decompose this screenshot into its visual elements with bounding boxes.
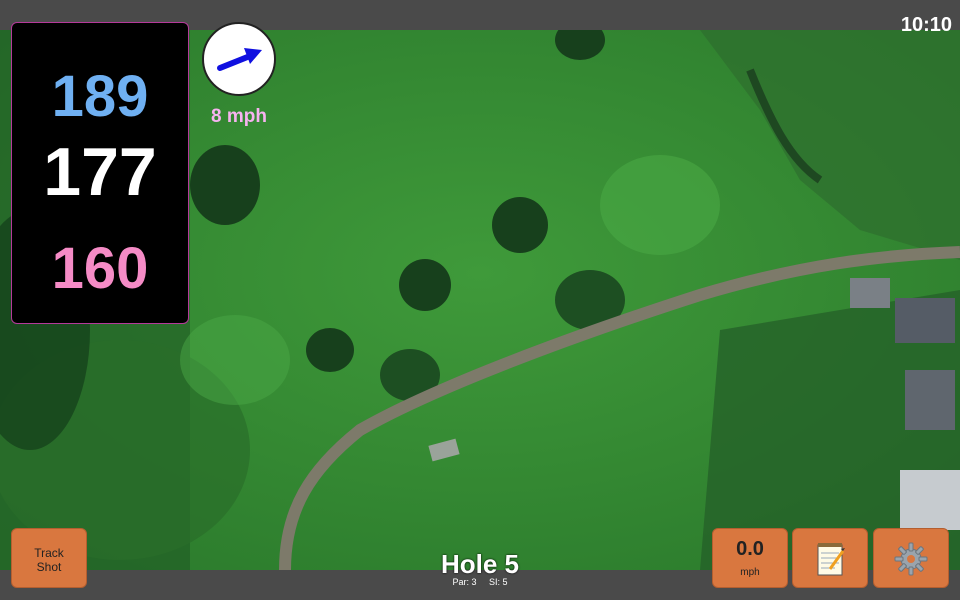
speed-value: 0.0 [736,538,764,560]
speed-unit: mph [740,567,760,578]
track-shot-label-line2: Shot [36,560,62,574]
wind-dial [202,22,276,96]
center-distance: 177 [43,134,157,210]
wind-speed: 8 mph [211,106,267,127]
stroke-index-label: SI: 5 [489,577,508,587]
hole-title: Hole 5 [440,549,520,579]
track-shot-label-line1: Track [34,546,64,560]
notes-button[interactable] [792,528,868,588]
hole-meta: Par: 3 SI: 5 [380,577,580,587]
gear-icon [894,542,928,576]
track-shot-button[interactable]: Track Shot [11,528,87,588]
clock: 10:10 [900,14,952,36]
settings-button[interactable] [873,528,949,588]
speed-button[interactable]: 0.0 mph [712,528,788,588]
par-label: Par: 3 [452,577,477,587]
wind-direction-arrow-icon [217,48,262,71]
front-distance: 160 [51,236,149,301]
back-distance: 189 [51,64,149,129]
notepad-icon [817,543,845,576]
distance-panel: 189 177 160 [11,22,189,324]
